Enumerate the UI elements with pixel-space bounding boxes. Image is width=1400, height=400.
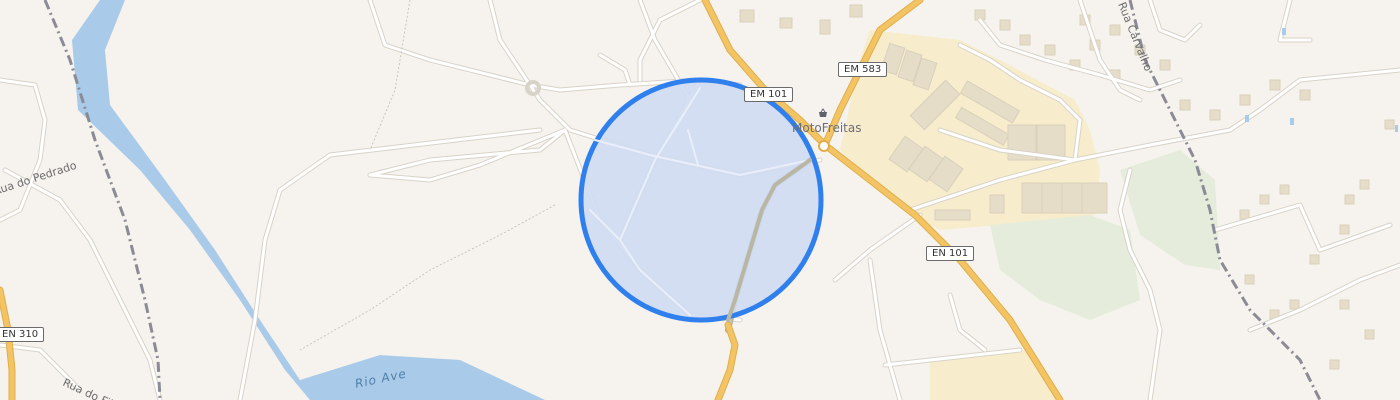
location-accuracy-circle [578,77,824,323]
map-canvas[interactable]: Rua do Pedrado Rua do Fijô Rua Carvalho … [0,0,1400,400]
poi-label-motofreitas[interactable]: MotoFreitas [792,121,861,135]
road-shield-em101: EM 101 [744,87,794,102]
road-shield-en101: EN 101 [926,246,975,261]
road-shield-en310: EN 310 [0,327,45,342]
map-svg: Rua do Pedrado Rua do Fijô Rua Carvalho … [0,0,1400,400]
shopping-basket-icon[interactable] [818,108,828,118]
roundabout-east [818,140,830,152]
road-shield-em583: EM 583 [838,62,888,77]
